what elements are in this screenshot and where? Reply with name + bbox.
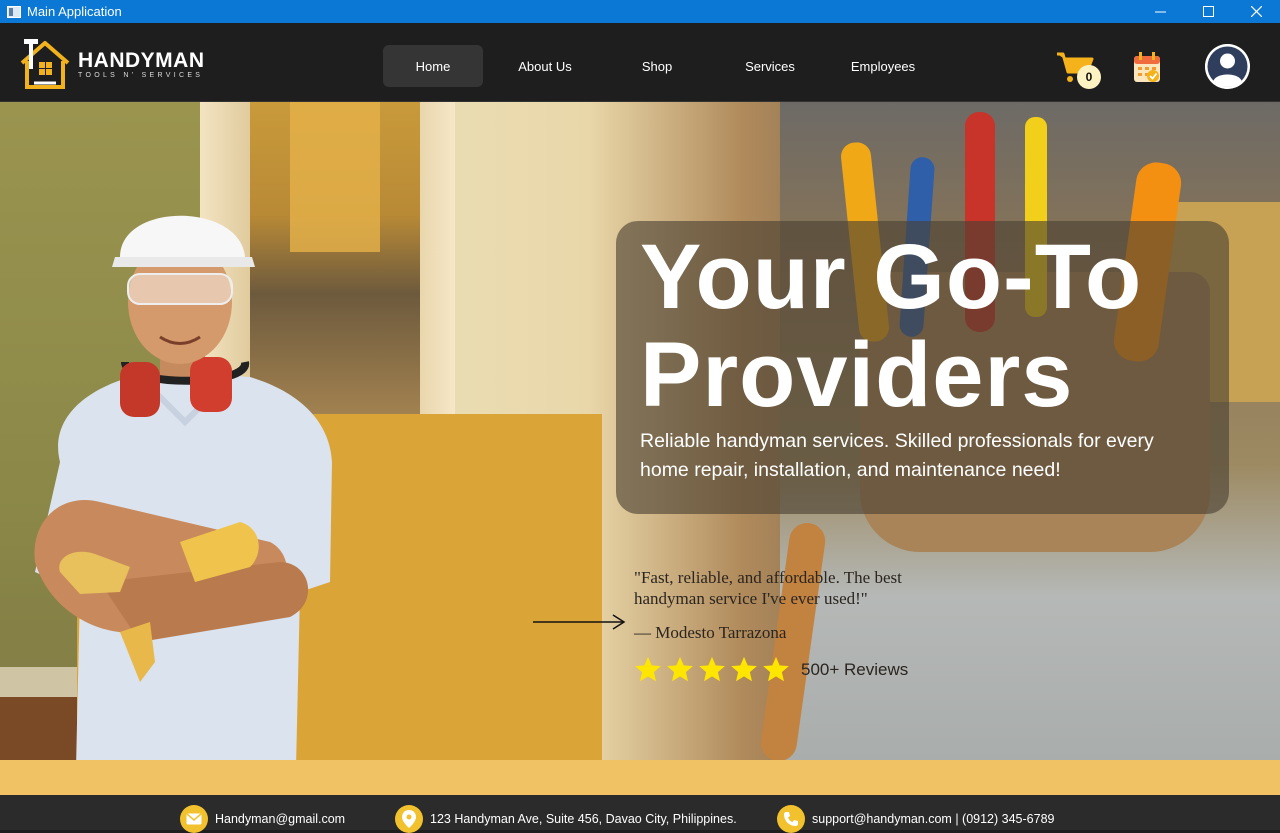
star-icon — [635, 656, 661, 682]
brand-logo[interactable]: HANDYMAN TOOLS N' SERVICES — [16, 37, 206, 91]
footer-support[interactable]: support@handyman.com | (0912) 345-6789 — [777, 805, 1054, 833]
star-icon — [667, 656, 693, 682]
hero-section: Your Go-To Providers Reliable handyman s… — [0, 102, 1280, 760]
app-icon — [7, 5, 21, 18]
nav-about-us[interactable]: About Us — [483, 45, 607, 87]
star-icon — [763, 656, 789, 682]
hero-title: Your Go-To Providers — [640, 228, 1220, 424]
maximize-button[interactable] — [1184, 0, 1232, 23]
brand-name: HANDYMAN — [78, 49, 205, 72]
minimize-icon — [1154, 11, 1166, 13]
close-button[interactable] — [1232, 0, 1280, 23]
main-nav: Home About Us Shop Services Employees — [383, 45, 933, 87]
window-titlebar: Main Application — [0, 0, 1280, 23]
avatar-icon — [1205, 44, 1250, 89]
footer-support-text: support@handyman.com | (0912) 345-6789 — [812, 812, 1055, 826]
testimonial-quote: "Fast, reliable, and affordable. The bes… — [634, 568, 902, 608]
close-icon — [1250, 6, 1262, 17]
minimize-button[interactable] — [1136, 0, 1184, 23]
profile-avatar-button[interactable] — [1205, 44, 1250, 89]
star-icon — [731, 656, 757, 682]
footer-email-text: Handyman@gmail.com — [215, 812, 346, 826]
nav-employees[interactable]: Employees — [833, 45, 933, 87]
brand-tagline: TOOLS N' SERVICES — [78, 72, 204, 79]
location-pin-icon — [395, 805, 423, 833]
arrow-right-icon — [533, 614, 626, 630]
testimonial-author: — Modesto Tarrazona — [634, 623, 787, 642]
footer-address: 123 Handyman Ave, Suite 456, Davao City,… — [395, 805, 737, 833]
hero-title-line-2: Providers — [640, 324, 1074, 426]
star-icon — [699, 656, 725, 682]
hero-subtitle: Reliable handyman services. Skilled prof… — [640, 430, 1154, 481]
nav-services[interactable]: Services — [707, 45, 833, 87]
mail-icon — [180, 805, 208, 833]
handyman-worker-image — [34, 215, 332, 760]
accent-strip — [0, 760, 1280, 795]
cart-count-badge: 0 — [1077, 65, 1101, 89]
footer: Handyman@gmail.com 123 Handyman Ave, Sui… — [0, 795, 1280, 833]
phone-icon — [777, 805, 805, 833]
hero-title-line-1: Your Go-To — [640, 226, 1143, 328]
calendar-icon — [1134, 52, 1160, 82]
window-title: Main Application — [27, 4, 122, 19]
nav-shop[interactable]: Shop — [607, 45, 707, 87]
nav-home[interactable]: Home — [383, 45, 483, 87]
maximize-icon — [1202, 6, 1214, 17]
house-logo-icon — [16, 37, 74, 91]
cart-button[interactable]: 0 — [1055, 50, 1103, 92]
top-navbar: HANDYMAN TOOLS N' SERVICES Home About Us… — [0, 23, 1280, 102]
rating-stars — [632, 655, 792, 685]
calendar-button[interactable] — [1133, 51, 1161, 83]
footer-address-text: 123 Handyman Ave, Suite 456, Davao City,… — [430, 812, 737, 826]
footer-email[interactable]: Handyman@gmail.com — [180, 805, 345, 833]
reviews-count: 500+ Reviews — [801, 660, 909, 679]
